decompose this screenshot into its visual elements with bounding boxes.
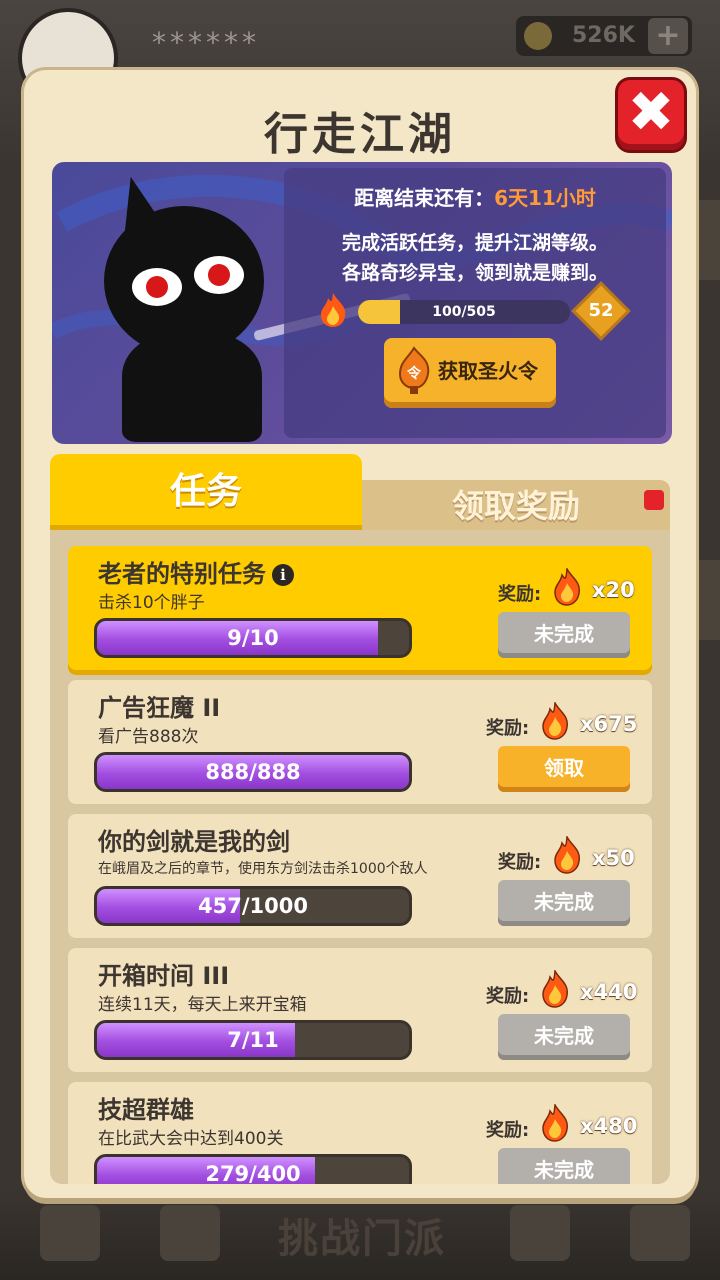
flame-icon: [554, 568, 581, 606]
task-progress-bar: 279/400: [94, 1154, 412, 1184]
task-list[interactable]: 老者的特别任务 i 击杀10个胖子 9/10 奖励: x20 未完成 广告狂魔 I…: [50, 530, 670, 1184]
tab-claim-rewards-label: 领取奖励: [451, 487, 580, 525]
coin-icon: [524, 22, 552, 50]
bottom-nav-button: [40, 1205, 100, 1261]
coin-amount: 526K: [572, 23, 635, 48]
reward-count: x50: [592, 846, 635, 870]
event-countdown: 距离结束还有：6天11小时: [284, 182, 666, 211]
info-icon[interactable]: i: [272, 564, 294, 586]
reward-label: 奖励:: [486, 1120, 530, 1141]
task-progress-text: 457/1000: [198, 894, 308, 918]
task-progress-text: 7/11: [227, 1028, 279, 1052]
claim-button[interactable]: 领取: [498, 746, 630, 792]
get-fire-order-button[interactable]: 令 获取圣火令: [384, 338, 556, 408]
task-title: 开箱时间 III: [98, 962, 230, 990]
bottom-nav-button: [510, 1205, 570, 1261]
task-progress-text: 279/400: [205, 1162, 301, 1184]
task-title: 广告狂魔 II: [98, 694, 221, 722]
bottom-nav-title: 挑战门派: [278, 1216, 446, 1262]
side-menu-stub: [694, 560, 720, 640]
task-progress-bar: 7/11: [94, 1020, 412, 1060]
event-description-line: 完成活跃任务，提升江湖等级。: [341, 232, 608, 254]
level-number: 52: [588, 300, 614, 321]
task-description: 在峨眉及之后的章节，使用东方剑法击杀1000个敌人: [98, 861, 428, 877]
reward-label: 奖励:: [498, 584, 542, 605]
tab-tasks[interactable]: 任务: [50, 454, 362, 530]
adventure-panel: 行走江湖 ✖ 距离结束还有：6天11小时 完成活跃任务，提升江湖等级。 各路奇珍…: [24, 70, 696, 1198]
task-title: 技超群雄: [98, 1096, 194, 1124]
task-description: 看广告888次: [98, 727, 199, 747]
side-menu-stub: [694, 200, 720, 280]
tab-claim-rewards[interactable]: 领取奖励: [362, 480, 670, 530]
event-banner: 距离结束还有：6天11小时 完成活跃任务，提升江湖等级。 各路奇珍异宝，领到就是…: [52, 162, 672, 444]
countdown-prefix: 距离结束还有：: [354, 186, 495, 210]
task-progress-text: 888/888: [205, 760, 301, 784]
task-description: 连续11天，每天上来开宝箱: [98, 995, 307, 1015]
task-card: 技超群雄 在比武大会中达到400关 279/400 奖励: x480 未完成: [68, 1082, 652, 1184]
flame-icon: [542, 970, 569, 1008]
task-card: 开箱时间 III 连续11天，每天上来开宝箱 7/11 奖励: x440 未完成: [68, 948, 652, 1072]
task-progress-text: 9/10: [227, 626, 279, 650]
reward-count: x440: [580, 980, 638, 1004]
notification-dot: [644, 490, 664, 510]
close-icon: ✖: [627, 80, 675, 145]
task-status-button[interactable]: 未完成: [498, 612, 630, 658]
tab-tasks-label: 任务: [169, 471, 242, 512]
add-coins-button: +: [648, 18, 688, 54]
coin-counter: 526K +: [516, 16, 692, 56]
event-description-line: 各路奇珍异宝，领到就是赚到。: [341, 262, 608, 284]
player-name: ******: [152, 26, 260, 59]
task-description: 击杀10个胖子: [98, 593, 205, 613]
level-progress-text: 100/505: [432, 304, 496, 320]
countdown-value: 6天11小时: [494, 186, 596, 210]
fire-order-token-icon: 令: [398, 346, 430, 394]
task-title: 你的剑就是我的剑: [98, 828, 290, 856]
ninja-body: [122, 332, 262, 442]
get-fire-order-label: 获取圣火令: [438, 359, 538, 383]
task-description: 在比武大会中达到400关: [98, 1129, 284, 1149]
bottom-nav-button: [160, 1205, 220, 1261]
task-card: 广告狂魔 II 看广告888次 888/888 奖励: x675 领取: [68, 680, 652, 804]
flame-icon: [542, 1104, 569, 1142]
flame-icon: [542, 702, 569, 740]
ninja-eye: [194, 256, 244, 294]
panel-title: 行走江湖: [264, 109, 456, 160]
task-card: 你的剑就是我的剑 在峨眉及之后的章节，使用东方剑法击杀1000个敌人 457/1…: [68, 814, 652, 938]
reward-count: x675: [580, 712, 638, 736]
task-status-button[interactable]: 未完成: [498, 1148, 630, 1184]
task-status-button[interactable]: 未完成: [498, 880, 630, 926]
reward-count: x20: [592, 578, 635, 602]
task-progress-bar: 888/888: [94, 752, 412, 792]
level-progress-bar: 100/505: [358, 300, 570, 324]
flame-icon: [321, 293, 346, 327]
fire-order-icon-char: 令: [406, 365, 422, 382]
task-title: 老者的特别任务 i: [98, 554, 294, 589]
close-button[interactable]: ✖: [618, 80, 684, 150]
bottom-nav-button: [630, 1205, 690, 1261]
task-status-button[interactable]: 未完成: [498, 1014, 630, 1060]
ninja-eye: [132, 268, 182, 306]
reward-label: 奖励:: [498, 852, 542, 873]
task-progress-bar: 457/1000: [94, 886, 412, 926]
task-progress-bar: 9/10: [94, 618, 412, 658]
reward-label: 奖励:: [486, 986, 530, 1007]
task-title-text: 老者的特别任务: [98, 560, 266, 588]
reward-label: 奖励:: [486, 718, 530, 739]
task-card: 老者的特别任务 i 击杀10个胖子 9/10 奖励: x20 未完成: [68, 546, 652, 670]
reward-count: x480: [580, 1114, 638, 1138]
flame-icon: [554, 836, 581, 874]
